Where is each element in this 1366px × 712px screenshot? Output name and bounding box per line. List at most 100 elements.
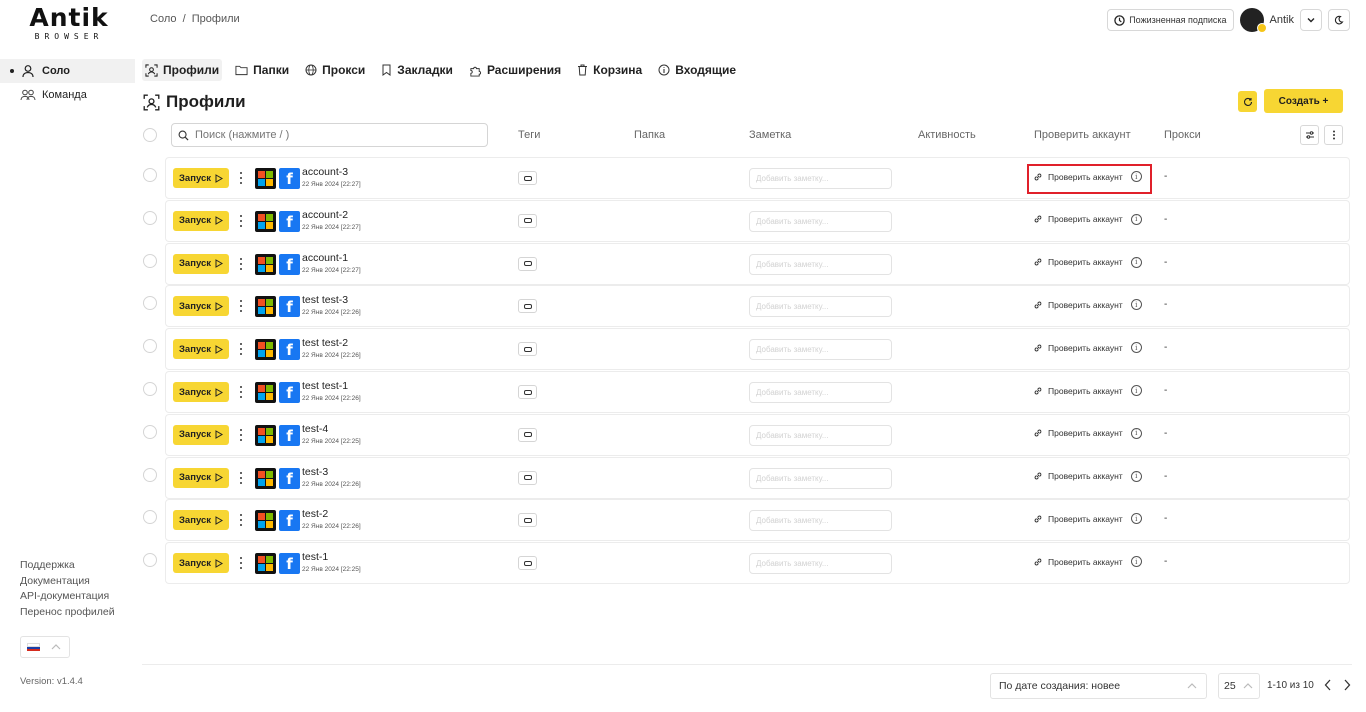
row-checkbox[interactable] [143,553,157,568]
select-all-checkbox[interactable] [143,128,157,142]
profile-name[interactable]: account-2 [302,209,348,221]
row-menu-icon[interactable] [239,513,243,527]
row-checkbox[interactable] [143,339,157,354]
tab-proxies[interactable]: Прокси [302,59,368,81]
check-account-button[interactable]: Проверить аккаунт i [1033,213,1142,225]
row-checkbox[interactable] [143,510,157,525]
column-proxy[interactable]: Прокси [1164,129,1201,141]
note-input[interactable] [749,253,892,275]
check-account-button[interactable]: Проверить аккаунт i [1033,385,1142,396]
info-icon[interactable]: i [1130,299,1142,311]
add-tag-button[interactable] [518,513,537,528]
page-size-select[interactable]: 25 [1218,673,1260,699]
row-checkbox[interactable] [143,296,157,311]
create-profile-button[interactable]: Создать + [1264,89,1343,113]
tab-profiles[interactable]: Профили [142,59,223,81]
note-input[interactable] [749,510,892,532]
check-account-button[interactable]: Проверить аккаунт i [1033,427,1142,439]
profile-name[interactable]: account-3 [302,166,348,178]
check-account-button[interactable]: Проверить аккаунт i [1033,256,1142,268]
profile-name[interactable]: test test-1 [302,380,348,392]
row-checkbox[interactable] [143,168,157,182]
column-folder[interactable]: Папка [634,129,665,141]
table-row[interactable]: Запуск f account-3 22 Янв 2024 [22:27] П… [165,157,1350,199]
tab-folders[interactable]: Папки [232,59,292,81]
row-menu-icon[interactable] [239,214,243,228]
profile-name[interactable]: test-3 [302,466,328,478]
note-input[interactable] [749,467,892,489]
tab-extensions[interactable]: Расширения [466,59,564,81]
row-menu-icon[interactable] [239,299,243,313]
table-row[interactable]: Запуск f test-2 22 Янв 2024 [22:26] Пров… [165,499,1350,542]
tab-trash[interactable]: Корзина [574,59,645,81]
check-account-button[interactable]: Проверить аккаунт i [1033,513,1142,525]
note-input[interactable] [749,339,892,361]
row-checkbox[interactable] [143,253,157,268]
add-tag-button[interactable] [518,171,537,185]
check-account-button[interactable]: Проверить аккаунт i [1033,470,1142,482]
tab-bookmarks[interactable]: Закладки [378,59,456,81]
launch-button[interactable]: Запуск [173,382,229,402]
profile-name[interactable]: account-1 [302,252,348,264]
row-checkbox[interactable] [143,210,157,225]
add-tag-button[interactable] [518,299,537,314]
search-box[interactable] [171,123,488,147]
info-icon[interactable]: i [1130,513,1142,525]
launch-button[interactable]: Запуск [173,339,229,360]
api-docs-link[interactable]: API-документация [20,589,115,605]
launch-button[interactable]: Запуск [173,168,229,188]
launch-button[interactable]: Запуск [173,510,229,531]
row-checkbox[interactable] [143,382,157,396]
table-row[interactable]: Запуск f test-1 22 Янв 2024 [22:25] Пров… [165,542,1350,585]
check-account-button[interactable]: Проверить аккаунт i [1033,299,1142,311]
note-input[interactable] [749,424,892,446]
info-icon[interactable]: i [1130,256,1142,268]
profile-name[interactable]: test-4 [302,423,328,435]
add-tag-button[interactable] [518,213,537,228]
note-input[interactable] [749,553,892,575]
column-note[interactable]: Заметка [749,129,791,141]
row-checkbox[interactable] [143,467,157,482]
docs-link[interactable]: Документация [20,574,115,590]
table-row[interactable]: Запуск f account-2 22 Янв 2024 [22:27] П… [165,199,1350,242]
sidebar-item-solo[interactable]: Соло [0,59,135,83]
support-link[interactable]: Поддержка [20,558,115,574]
column-check-account[interactable]: Проверить аккаунт [1034,129,1131,141]
row-menu-icon[interactable] [239,257,243,271]
table-row[interactable]: Запуск f test test-2 22 Янв 2024 [22:26]… [165,328,1350,371]
note-input[interactable] [749,210,892,232]
column-tags[interactable]: Теги [518,129,540,141]
launch-button[interactable]: Запуск [173,553,229,574]
search-input[interactable] [195,129,475,141]
profile-name[interactable]: test test-3 [302,294,348,306]
table-row[interactable]: Запуск f test-3 22 Янв 2024 [22:26] Пров… [165,456,1350,499]
launch-button[interactable]: Запуск [173,210,229,231]
note-input[interactable] [749,296,892,318]
add-tag-button[interactable] [518,342,537,357]
profile-transfer-link[interactable]: Перенос профилей [20,605,115,621]
add-tag-button[interactable] [518,256,537,271]
language-select[interactable] [20,636,70,658]
launch-button[interactable]: Запуск [173,253,229,274]
launch-button[interactable]: Запуск [173,296,229,317]
row-menu-icon[interactable] [239,171,243,185]
note-input[interactable] [749,382,892,403]
add-tag-button[interactable] [518,427,537,442]
subscription-button[interactable]: Пожизненная подписка [1107,9,1234,31]
table-row[interactable]: Запуск f test-4 22 Янв 2024 [22:25] Пров… [165,413,1350,456]
table-row[interactable]: Запуск f account-1 22 Янв 2024 [22:27] П… [165,242,1350,285]
row-menu-icon[interactable] [239,385,243,399]
column-activity[interactable]: Активность [918,129,976,141]
add-tag-button[interactable] [518,470,537,485]
add-tag-button[interactable] [518,556,537,571]
theme-toggle-button[interactable] [1328,9,1350,31]
table-more-button[interactable] [1324,125,1343,145]
check-account-button[interactable]: Проверить аккаунт i [1033,556,1142,568]
sidebar-item-team[interactable]: Команда [0,83,135,107]
profile-name[interactable]: test-2 [302,508,328,520]
profile-name[interactable]: test-1 [302,551,328,563]
table-row[interactable]: Запуск f test test-1 22 Янв 2024 [22:26]… [165,371,1350,413]
launch-button[interactable]: Запуск [173,467,229,488]
refresh-button[interactable] [1238,91,1257,112]
info-icon[interactable]: i [1130,342,1142,354]
